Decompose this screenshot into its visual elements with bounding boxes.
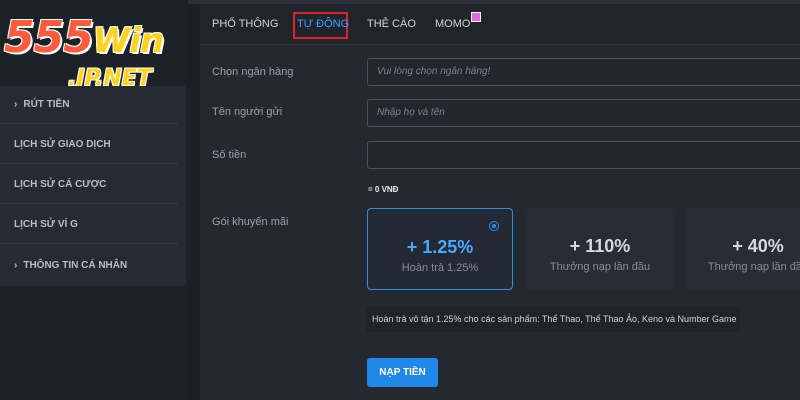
new-badge-icon: [471, 12, 482, 22]
radio-selected-icon: [489, 221, 499, 231]
promo-value: + 40%: [732, 236, 784, 256]
deposit-panel: PHỔ THÔNG TỰ ĐỘNG THẺ CÀO MOMO Chọn ngân…: [200, 4, 800, 400]
amount-total: = 0 VNĐ: [368, 185, 399, 194]
promo-desc: Thưởng nạp lần đầu: [549, 261, 651, 273]
promo-value: + 1.25%: [406, 237, 474, 257]
bank-label: Chọn ngân hàng: [212, 66, 294, 78]
menu-item-profile[interactable]: › THÔNG TIN CÁ NHÂN: [0, 246, 178, 284]
tab-momo[interactable]: MOMO: [435, 4, 482, 44]
sender-label: Tên người gửi: [212, 106, 283, 118]
menu-item-withdraw[interactable]: › RÚT TIỀN: [0, 86, 178, 124]
promo-value: + 110%: [569, 236, 631, 256]
promo-desc: Thưởng nạp lần đầu: [707, 261, 800, 273]
sidebar: 555Win .JP.NET › RÚT TIỀN LỊCH SỬ GIAO D…: [0, 0, 188, 400]
promo-tooltip: Hoàn trả vô tận 1.25% cho các sản phẩm: …: [366, 306, 740, 332]
menu-item-transaction-history[interactable]: LỊCH SỬ GIAO DỊCH: [0, 126, 178, 164]
deposit-method-tabs: PHỔ THÔNG TỰ ĐỘNG THẺ CÀO MOMO: [200, 4, 800, 45]
bank-select[interactable]: Vui lòng chọn ngân hàng!: [367, 58, 800, 86]
promo-option-deposit-bonus[interactable]: + 40% Thưởng nạp lần đầu: [685, 208, 800, 290]
promo-option-rebate[interactable]: + 1.25% Hoàn trả 1.25%: [367, 208, 513, 290]
chevron-right-icon: ›: [14, 99, 18, 110]
tab-momo-label: MOMO: [435, 18, 471, 30]
logo-line1: 555Win: [4, 12, 164, 63]
tab-automatic[interactable]: TỰ ĐỘNG: [297, 4, 349, 44]
menu-item-label: THÔNG TIN CÁ NHÂN: [23, 259, 128, 271]
menu-item-label: LỊCH SỬ VÍ G: [14, 219, 78, 230]
menu-item-label: LỊCH SỬ CÁ CƯỢC: [14, 179, 107, 190]
menu-item-wallet-history[interactable]: LỊCH SỬ VÍ G: [0, 206, 178, 244]
sender-name-input[interactable]: Nhập họ và tên: [367, 99, 800, 127]
amount-input[interactable]: [367, 141, 800, 169]
menu-item-label: RÚT TIỀN: [23, 99, 70, 110]
account-menu: › RÚT TIỀN LỊCH SỬ GIAO DỊCH LỊCH SỬ CÁ …: [0, 86, 186, 286]
tab-card[interactable]: THẺ CÀO: [367, 4, 416, 44]
promo-option-first-deposit[interactable]: + 110% Thưởng nạp lần đầu: [527, 208, 673, 290]
menu-item-bet-history[interactable]: LỊCH SỬ CÁ CƯỢC: [0, 166, 178, 204]
promo-label: Gói khuyến mãi: [212, 216, 289, 228]
tab-standard[interactable]: PHỔ THÔNG: [212, 4, 278, 44]
menu-item-label: LỊCH SỬ GIAO DỊCH: [14, 139, 111, 150]
amount-label: Số tiền: [212, 149, 247, 161]
chevron-right-icon: ›: [14, 259, 18, 271]
promo-desc: Hoàn trả 1.25%: [401, 262, 479, 274]
deposit-button[interactable]: NẠP TIỀN: [367, 358, 438, 387]
